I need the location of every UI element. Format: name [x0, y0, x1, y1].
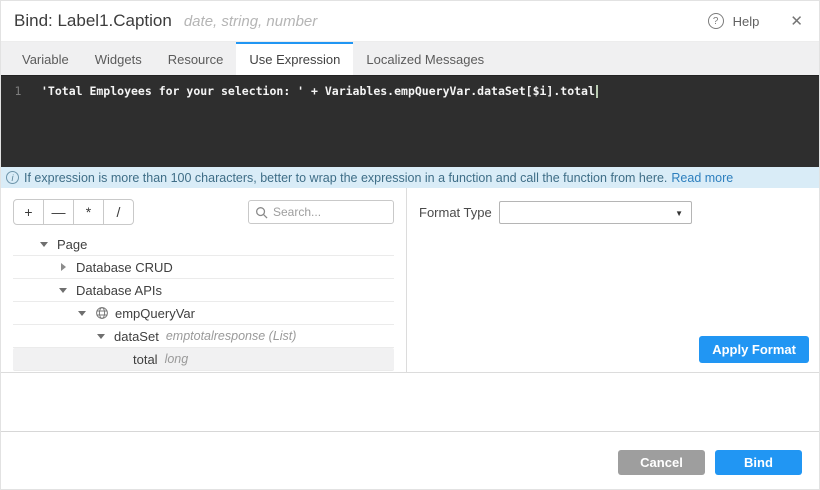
format-type-label: Format Type [419, 205, 492, 220]
info-bar: i If expression is more than 100 charact… [1, 167, 819, 188]
operator-divide-button[interactable]: / [103, 199, 134, 225]
tab-widgets[interactable]: Widgets [82, 42, 155, 75]
tree-node-label: Database APIs [76, 282, 162, 298]
tree-node-dataset[interactable]: dataSet emptotalresponse (List) [13, 325, 394, 348]
help-link[interactable]: Help [733, 14, 760, 29]
dialog-footer: Cancel Bind [1, 431, 819, 489]
service-variable-icon [95, 306, 109, 320]
info-text: If expression is more than 100 character… [24, 170, 668, 185]
tab-bar: Variable Widgets Resource Use Expression Loc… [1, 41, 819, 75]
tab-resource[interactable]: Resource [155, 42, 237, 75]
info-icon: i [6, 171, 19, 184]
caret-spacer [115, 354, 125, 364]
help-icon[interactable]: ? [707, 13, 724, 29]
operator-multiply-button[interactable]: * [73, 199, 104, 225]
dialog-subtitle: date, string, number [183, 12, 318, 30]
tree-node-label: Page [57, 236, 88, 252]
tree-toolbar: + — * / [13, 199, 394, 225]
tab-use-expression[interactable]: Use Expression [236, 42, 354, 75]
tab-localized-messages[interactable]: Localized Messages [353, 42, 497, 75]
caret-expanded-icon[interactable] [96, 331, 106, 341]
expression-editor[interactable]: 1 'Total Employees for your selection: '… [1, 75, 819, 167]
tree-node-label: Database CRUD [76, 259, 173, 275]
tree-node-database-crud[interactable]: Database CRUD [13, 256, 394, 279]
read-more-link[interactable]: Read more [671, 171, 733, 185]
tree-node-type: long [164, 352, 189, 366]
tree-node-database-apis[interactable]: Database APIs [13, 279, 394, 302]
tree-node-page[interactable]: Page [13, 233, 394, 256]
cancel-button[interactable]: Cancel [618, 450, 705, 475]
caret-expanded-icon[interactable] [39, 239, 49, 249]
tree-node-label: dataSet [114, 328, 159, 344]
spacer [1, 373, 819, 431]
tree-pane: +—*/ Page Database CRUD Database APIs empQu… [1, 188, 407, 372]
format-type-select[interactable]: ▼ [499, 201, 692, 224]
format-type-row: Format Type ▼ [419, 201, 803, 224]
tree-node-type: emptotalresponse (List) [165, 329, 297, 343]
search-icon [256, 206, 268, 219]
caret-expanded-icon[interactable] [58, 285, 68, 295]
caret-expanded-icon[interactable] [77, 308, 87, 318]
line-number: 1 [14, 84, 22, 98]
bind-button[interactable]: Bind [715, 450, 802, 475]
text-cursor [595, 84, 598, 98]
operator-minus-button[interactable]: — [43, 199, 74, 225]
dialog-title: Bind: Label1.Caption [14, 11, 172, 30]
tree-node-label: total [133, 351, 158, 367]
tree-node-total[interactable]: total long [13, 348, 394, 371]
code-line: 1 'Total Employees for your selection: '… [1, 84, 819, 98]
format-pane: Format Type ▼ Apply Format [407, 188, 819, 372]
tree-node-empqueryvar[interactable]: empQueryVar [13, 302, 394, 325]
chevron-down-icon: ▼ [675, 209, 683, 218]
operator-plus-button[interactable]: + [13, 199, 44, 225]
expression-code[interactable]: 'Total Employees for your selection: ' +… [41, 84, 595, 98]
bind-dialog: Bind: Label1.Caption date, string, numbe… [0, 0, 820, 490]
main-area: +—*/ Page Database CRUD Database APIs empQu… [1, 188, 819, 373]
close-icon[interactable]: ✕ [790, 14, 803, 29]
operator-group: + — * / [13, 199, 134, 225]
caret-collapsed-icon[interactable] [58, 262, 68, 272]
dialog-header: Bind: Label1.Caption date, string, numbe… [1, 1, 819, 41]
tab-variable[interactable]: Variable [9, 42, 82, 75]
variable-tree: Page Database CRUD Database APIs empQueryVa… [13, 233, 394, 371]
tree-node-label: empQueryVar [115, 305, 195, 321]
apply-format-button[interactable]: Apply Format [699, 336, 809, 363]
search-input[interactable] [273, 205, 387, 219]
search-box[interactable] [248, 200, 394, 224]
